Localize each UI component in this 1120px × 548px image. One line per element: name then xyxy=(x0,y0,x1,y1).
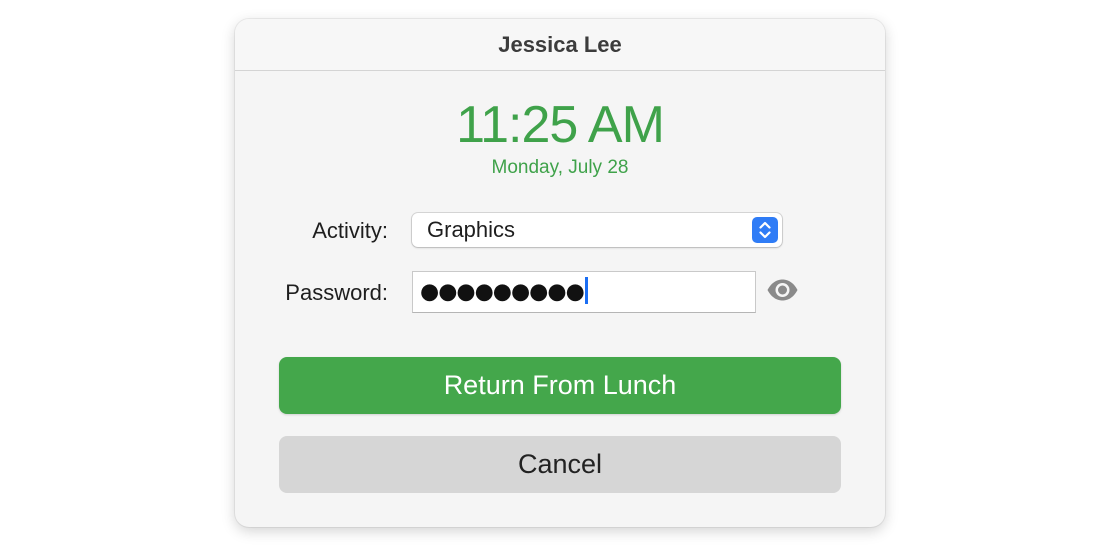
activity-select-value: Graphics xyxy=(427,217,516,242)
cancel-button[interactable]: Cancel xyxy=(279,436,841,493)
activity-label: Activity: xyxy=(312,218,388,243)
password-dots: ●●●●●●●●● xyxy=(420,279,585,305)
current-time: 11:25 AM xyxy=(456,96,665,154)
clock-dialog: Jessica Lee 11:25 AM Monday, July 28 Act… xyxy=(235,19,885,527)
return-from-lunch-button[interactable]: Return From Lunch xyxy=(279,357,841,414)
activity-select[interactable]: Graphics xyxy=(412,213,782,247)
password-field[interactable]: ●●●●●●●●● xyxy=(412,271,756,313)
current-date: Monday, July 28 xyxy=(491,157,629,178)
password-label: Password: xyxy=(285,280,388,305)
text-caret xyxy=(584,277,588,304)
password-masked-value: ●●●●●●●●● xyxy=(420,277,588,306)
dialog-title: Jessica Lee xyxy=(235,19,885,71)
chevron-up-down-icon[interactable] xyxy=(752,217,778,243)
eye-icon[interactable] xyxy=(766,278,799,302)
